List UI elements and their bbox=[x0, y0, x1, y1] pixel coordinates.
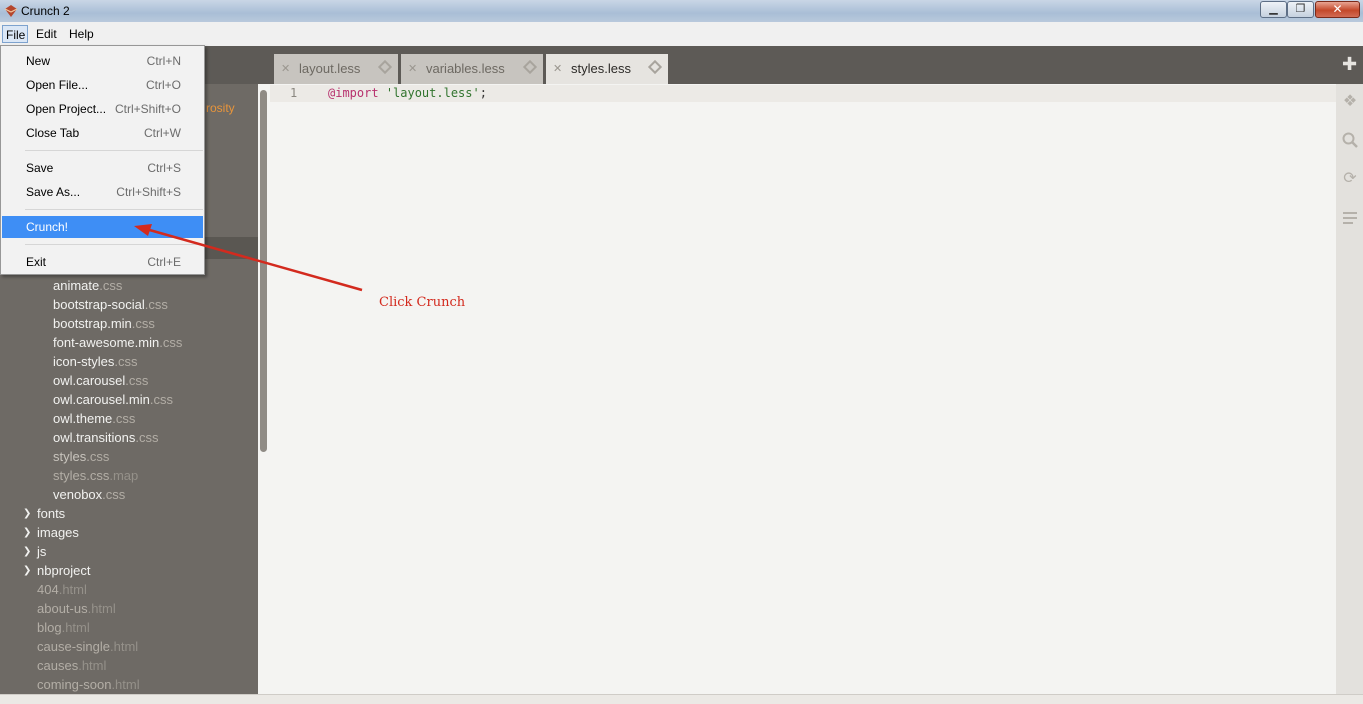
tree-file[interactable]: blog.html bbox=[37, 618, 90, 637]
tree-folder[interactable]: ❯ images bbox=[23, 523, 79, 542]
line-number: 1 bbox=[290, 86, 298, 100]
tree-file[interactable]: bootstrap.min.css bbox=[53, 314, 155, 333]
menu-separator bbox=[25, 150, 203, 151]
title-bar: Crunch 2 ▁ ❐ ✕ bbox=[0, 0, 1363, 22]
chevron-right-icon: ❯ bbox=[23, 527, 32, 538]
plus-icon[interactable]: ✚ bbox=[1342, 54, 1357, 75]
menu-edit[interactable]: Edit bbox=[33, 25, 60, 43]
code-editor[interactable]: 1 @import 'layout.less'; bbox=[270, 84, 1336, 694]
menu-file[interactable]: File bbox=[2, 25, 28, 43]
menu-item-save-as[interactable]: Save As... Ctrl+Shift+S bbox=[2, 181, 203, 203]
menu-item-save[interactable]: Save Ctrl+S bbox=[2, 157, 203, 179]
list-icon[interactable] bbox=[1341, 209, 1359, 227]
tree-file[interactable]: owl.transitions.css bbox=[53, 428, 159, 447]
diamond-icon bbox=[377, 59, 393, 75]
tree-folder[interactable]: ❯ fonts bbox=[23, 504, 65, 523]
tab-bar: ✕ layout.less ✕ variables.less ✕ styles.… bbox=[270, 46, 1363, 84]
menu-item-close-tab[interactable]: Close Tab Ctrl+W bbox=[2, 122, 203, 144]
sidebar-scroll-thumb[interactable] bbox=[260, 90, 267, 452]
app-icon bbox=[4, 5, 18, 17]
maximize-button[interactable]: ❐ bbox=[1287, 1, 1314, 18]
chevron-right-icon: ❯ bbox=[23, 546, 32, 557]
search-icon[interactable] bbox=[1341, 131, 1359, 149]
file-menu-dropdown: New Ctrl+N Open File... Ctrl+O Open Projec… bbox=[0, 45, 205, 275]
menu-item-crunch[interactable]: Crunch! bbox=[2, 216, 203, 238]
tree-file[interactable]: causes.html bbox=[37, 656, 106, 675]
tree-file[interactable]: coming-soon.html bbox=[37, 675, 140, 694]
tree-folder[interactable]: ❯ nbproject bbox=[23, 561, 90, 580]
chevron-right-icon: ❯ bbox=[23, 565, 32, 576]
sidebar-scrollbar[interactable] bbox=[258, 84, 270, 696]
tree-file[interactable]: owl.theme.css bbox=[53, 409, 135, 428]
maximize-icon: ❐ bbox=[1295, 3, 1306, 15]
close-icon: ✕ bbox=[1332, 2, 1343, 16]
tree-file[interactable]: 404.html bbox=[37, 580, 87, 599]
tree-folder[interactable]: ❯ js bbox=[23, 542, 46, 561]
project-name[interactable]: rosity bbox=[206, 101, 235, 115]
tree-file[interactable]: icon-styles.css bbox=[53, 352, 138, 371]
diamond-icon bbox=[647, 59, 663, 75]
menu-item-open-project[interactable]: Open Project... Ctrl+Shift+O bbox=[2, 98, 203, 120]
tree-file[interactable]: styles.css.map bbox=[53, 466, 138, 485]
close-tab-icon[interactable]: ✕ bbox=[553, 62, 562, 75]
tree-file[interactable]: styles.css bbox=[53, 447, 109, 466]
tab-variables-less[interactable]: ✕ variables.less bbox=[401, 54, 543, 84]
close-tab-icon[interactable]: ✕ bbox=[408, 62, 417, 75]
tabbar-spacer bbox=[258, 46, 270, 84]
close-tab-icon[interactable]: ✕ bbox=[281, 62, 290, 75]
right-toolbar: ❖ ⟳ bbox=[1336, 84, 1363, 696]
minimize-icon: ▁ bbox=[1269, 3, 1278, 15]
diamond-tool-icon[interactable]: ❖ bbox=[1341, 93, 1359, 111]
tree-file[interactable]: owl.carousel.min.css bbox=[53, 390, 173, 409]
code-line[interactable]: @import 'layout.less'; bbox=[328, 86, 487, 100]
annotation-label: Click Crunch bbox=[379, 295, 466, 310]
tree-file[interactable]: owl.carousel.css bbox=[53, 371, 148, 390]
tab-styles-less[interactable]: ✕ styles.less bbox=[546, 54, 668, 84]
menu-item-new[interactable]: New Ctrl+N bbox=[2, 50, 203, 72]
menu-item-exit[interactable]: Exit Ctrl+E bbox=[2, 251, 203, 273]
tab-layout-less[interactable]: ✕ layout.less bbox=[274, 54, 398, 84]
tree-file[interactable]: cause-single.html bbox=[37, 637, 138, 656]
chevron-right-icon: ❯ bbox=[23, 508, 32, 519]
tree-file[interactable]: about-us.html bbox=[37, 599, 116, 618]
tree-file[interactable]: font-awesome.min.css bbox=[53, 333, 182, 352]
refresh-icon[interactable]: ⟳ bbox=[1341, 170, 1359, 188]
minimize-button[interactable]: ▁ bbox=[1260, 1, 1287, 18]
menu-separator bbox=[25, 244, 203, 245]
tree-file[interactable]: bootstrap-social.css bbox=[53, 295, 168, 314]
window-title: Crunch 2 bbox=[21, 4, 70, 18]
diamond-icon bbox=[522, 59, 538, 75]
menu-bar: File Edit Help bbox=[0, 22, 1363, 46]
close-window-button[interactable]: ✕ bbox=[1315, 1, 1360, 18]
menu-separator bbox=[25, 209, 203, 210]
tree-file[interactable]: venobox.css bbox=[53, 485, 125, 504]
menu-help[interactable]: Help bbox=[66, 25, 97, 43]
menu-item-open-file[interactable]: Open File... Ctrl+O bbox=[2, 74, 203, 96]
tree-file[interactable]: animate.css bbox=[53, 276, 122, 295]
